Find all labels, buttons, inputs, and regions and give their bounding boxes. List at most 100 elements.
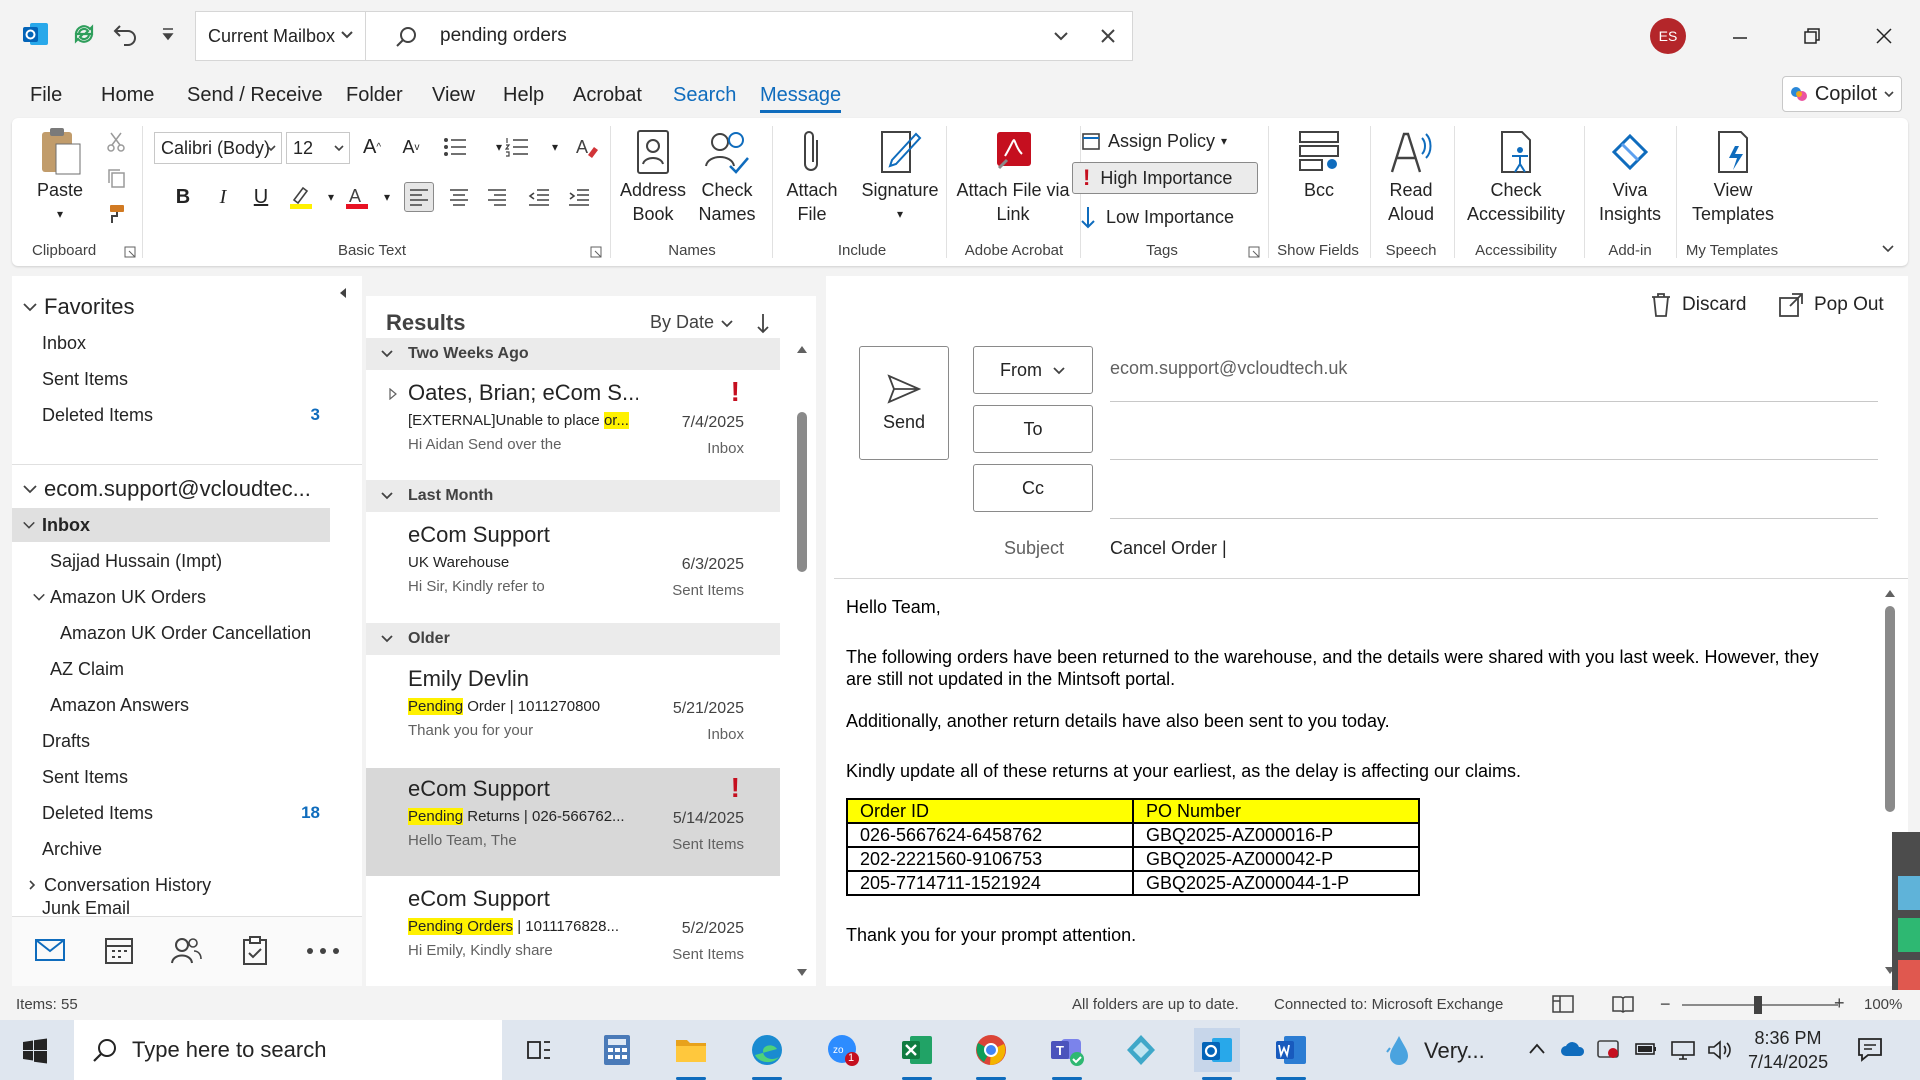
sort-dropdown[interactable]: By Date <box>650 312 734 333</box>
tab-help[interactable]: Help <box>503 84 544 107</box>
scroll-up-icon[interactable] <box>1884 588 1896 598</box>
folder-inbox[interactable]: Inbox <box>12 508 330 542</box>
collapse-pane-icon[interactable] <box>336 286 350 300</box>
close-search-icon[interactable] <box>1098 26 1118 46</box>
network-icon[interactable] <box>1670 1040 1696 1060</box>
folder-amazon-answers[interactable]: Amazon Answers <box>12 688 330 722</box>
numbering-icon[interactable] <box>502 132 532 162</box>
battery-icon[interactable] <box>1634 1040 1658 1058</box>
grow-font-icon[interactable]: A ^ <box>357 132 387 162</box>
chrome-browser-icon[interactable] <box>968 1028 1014 1080</box>
attach-file-via-link-button[interactable]: Attach File via Link <box>956 124 1070 226</box>
expand-thread-icon[interactable] <box>388 388 398 400</box>
normal-view-icon[interactable] <box>1552 994 1574 1014</box>
outlook-app-icon[interactable] <box>1194 1028 1240 1080</box>
message-body[interactable]: Hello Team, The following orders have be… <box>846 596 1846 946</box>
underline-button[interactable]: U <box>246 182 276 212</box>
font-name-combo[interactable]: Calibri (Body) <box>154 132 282 164</box>
chevron-up-icon[interactable] <box>1528 1042 1546 1056</box>
italic-button[interactable]: I <box>208 182 238 212</box>
more-apps-icon[interactable] <box>306 947 340 955</box>
weather-widget[interactable]: Very... <box>1384 1034 1485 1068</box>
bullets-icon[interactable] <box>440 132 470 162</box>
view-templates-button[interactable]: View Templates <box>1682 124 1784 226</box>
zoom-out-icon[interactable]: − <box>1660 994 1671 1015</box>
clock[interactable]: 8:36 PM 7/14/2025 <box>1748 1026 1828 1074</box>
to-field[interactable] <box>1110 408 1878 456</box>
bold-button[interactable]: B <box>168 182 198 212</box>
font-color-icon[interactable]: A <box>342 182 372 212</box>
folder-deleted-items[interactable]: Deleted Items 18 <box>12 796 330 830</box>
folder-favorite-sent-items[interactable]: Sent Items <box>12 362 330 396</box>
tab-view[interactable]: View <box>432 84 475 107</box>
task-view-icon[interactable] <box>516 1028 562 1072</box>
taskbar-search[interactable]: Type here to search <box>74 1020 502 1080</box>
scroll-down-icon[interactable] <box>796 968 808 978</box>
group-header[interactable]: Older <box>366 623 780 655</box>
increase-indent-icon[interactable] <box>564 182 594 212</box>
paste-button[interactable]: Paste ▾ <box>30 124 90 226</box>
copilot-button[interactable]: Copilot <box>1782 76 1902 112</box>
bcc-button[interactable]: Bcc <box>1278 124 1360 202</box>
side-tab-icon[interactable] <box>1898 918 1920 952</box>
reading-view-icon[interactable] <box>1612 994 1634 1014</box>
search-scope-dropdown[interactable]: Current Mailbox <box>195 11 365 61</box>
folder-junk-email[interactable]: Junk Email <box>12 898 330 916</box>
scrollbar-thumb[interactable] <box>1885 606 1895 812</box>
calendar-icon[interactable] <box>104 935 134 965</box>
discard-button[interactable]: Discard <box>1650 292 1746 318</box>
dialog-launcher-icon[interactable] <box>590 246 602 258</box>
file-explorer-icon[interactable] <box>668 1028 714 1080</box>
restore-icon[interactable] <box>1800 24 1824 48</box>
side-tab-icon[interactable] <box>1898 876 1920 910</box>
check-names-button[interactable]: Check Names <box>694 124 760 226</box>
send-button[interactable]: Send <box>859 346 949 460</box>
address-book-button[interactable]: Address Book <box>618 124 688 226</box>
highlight-icon[interactable] <box>286 182 316 212</box>
list-item-selected[interactable]: eCom Support ! Pending Returns | 026-566… <box>366 768 780 876</box>
folder-favorite-deleted-items[interactable]: Deleted Items 3 <box>12 398 330 432</box>
tasks-icon[interactable] <box>242 935 268 965</box>
collapse-ribbon-icon[interactable] <box>1880 240 1896 256</box>
mail-icon[interactable] <box>34 937 66 963</box>
tab-search[interactable]: Search <box>673 84 736 107</box>
decrease-indent-icon[interactable] <box>524 182 554 212</box>
tab-folder[interactable]: Folder <box>346 84 403 107</box>
folder-amazon-uk-orders[interactable]: Amazon UK Orders <box>12 580 330 614</box>
folder-archive[interactable]: Archive <box>12 832 330 866</box>
list-item[interactable]: Emily Devlin Pending Order | 1011270800 … <box>366 658 780 766</box>
group-header[interactable]: Two Weeks Ago <box>366 338 780 370</box>
assign-policy-button[interactable]: Assign Policy ▾ <box>1080 126 1227 156</box>
from-button[interactable]: From <box>973 346 1093 394</box>
search-input[interactable]: pending orders <box>365 11 1133 61</box>
cc-field[interactable] <box>1110 466 1878 514</box>
to-button[interactable]: To <box>973 405 1093 453</box>
favorites-header[interactable]: Favorites <box>12 290 330 324</box>
chevron-down-icon[interactable]: ▾ <box>372 182 402 212</box>
folder-conversation-history[interactable]: Conversation History <box>12 868 330 902</box>
dialog-launcher-icon[interactable] <box>1248 246 1260 258</box>
sort-direction-icon[interactable] <box>756 312 770 334</box>
folder-favorite-inbox[interactable]: Inbox <box>12 326 330 360</box>
tab-send-receive[interactable]: Send / Receive <box>187 84 323 107</box>
minimize-icon[interactable] <box>1728 26 1752 50</box>
avatar[interactable]: ES <box>1650 18 1686 54</box>
notifications-icon[interactable] <box>1856 1036 1884 1062</box>
list-item[interactable]: eCom Support UK Warehouse Hi Sir, Kindly… <box>366 514 780 622</box>
tab-acrobat[interactable]: Acrobat <box>573 84 642 107</box>
security-icon[interactable] <box>1596 1038 1620 1060</box>
low-importance-button[interactable]: Low Importance <box>1080 202 1234 232</box>
align-center-icon[interactable] <box>444 182 474 212</box>
teams-app-icon[interactable]: T <box>1044 1028 1090 1080</box>
shrink-font-icon[interactable]: Av <box>396 132 426 162</box>
sync-icon[interactable] <box>70 20 98 48</box>
calculator-app-icon[interactable] <box>594 1028 640 1072</box>
subject-field[interactable]: Cancel Order | <box>1110 538 1878 566</box>
onedrive-icon[interactable] <box>1560 1040 1586 1058</box>
check-accessibility-button[interactable]: Check Accessibility <box>1456 124 1576 226</box>
font-size-combo[interactable]: 12 <box>286 132 350 164</box>
close-window-icon[interactable] <box>1872 24 1896 48</box>
align-left-icon[interactable] <box>404 182 434 212</box>
people-icon[interactable] <box>170 935 202 965</box>
chevron-down-icon[interactable] <box>1052 27 1070 45</box>
